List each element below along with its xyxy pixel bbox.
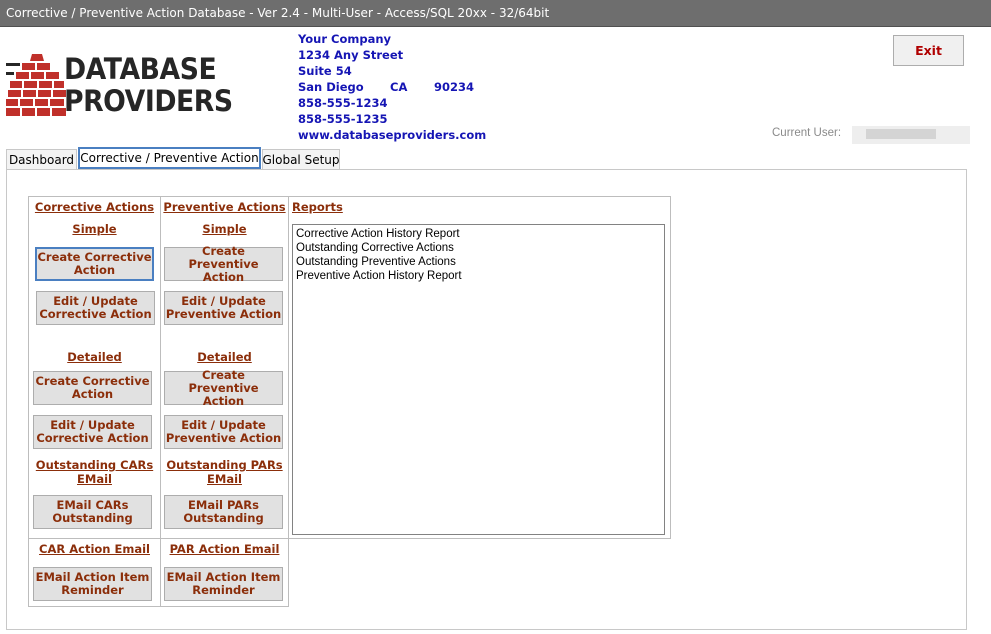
create-preventive-detailed-button[interactable]: Create Preventive Action: [164, 368, 283, 407]
company-website: www.databaseproviders.com: [298, 128, 487, 142]
reports-list[interactable]: Corrective Action History Report Outstan…: [292, 224, 665, 535]
corrective-actions-header[interactable]: Corrective Actions: [28, 200, 161, 214]
company-phone2: 858-555-1235: [298, 112, 388, 126]
company-city: San Diego: [298, 80, 364, 94]
preventive-simple-label[interactable]: Simple: [160, 222, 289, 236]
exit-button[interactable]: Exit: [893, 35, 964, 66]
reports-header[interactable]: Reports: [292, 200, 343, 214]
current-user-field: [852, 126, 970, 144]
tab-corrective-preventive-action[interactable]: Corrective / Preventive Action: [78, 147, 261, 169]
tab-global-setup[interactable]: Global Setup: [262, 149, 340, 169]
create-corrective-detailed-button[interactable]: Create Corrective Action: [33, 371, 152, 405]
company-info: Your Company 1234 Any Street Suite 54 Sa…: [298, 31, 486, 143]
company-phone1: 858-555-1234: [298, 96, 388, 110]
list-item[interactable]: Outstanding Corrective Actions: [295, 241, 662, 255]
edit-preventive-simple-button[interactable]: Edit / Update Preventive Action: [164, 291, 283, 325]
company-state: CA: [390, 80, 408, 94]
create-preventive-simple-button[interactable]: Create Preventive Action: [164, 244, 283, 283]
corrective-detailed-label[interactable]: Detailed: [28, 350, 161, 364]
company-suite: Suite 54: [298, 64, 352, 78]
outstanding-pars-email-link[interactable]: Outstanding PARs EMail: [160, 458, 289, 486]
list-item[interactable]: Outstanding Preventive Actions: [295, 255, 662, 269]
edit-corrective-simple-button[interactable]: Edit / Update Corrective Action: [36, 291, 155, 325]
list-item[interactable]: Preventive Action History Report: [295, 269, 662, 283]
company-name: Your Company: [298, 32, 392, 46]
brick-wall-logo-icon: [6, 54, 66, 116]
corrective-simple-label[interactable]: Simple: [28, 222, 161, 236]
preventive-actions-header[interactable]: Preventive Actions: [160, 200, 289, 214]
car-email-action-reminder-button[interactable]: EMail Action Item Reminder: [33, 567, 152, 601]
window-title: Corrective / Preventive Action Database …: [6, 6, 550, 20]
current-user-redacted: [866, 129, 936, 139]
par-email-action-reminder-button[interactable]: EMail Action Item Reminder: [164, 567, 283, 601]
company-logo: DATABASE PROVIDERS: [6, 52, 233, 118]
tab-dashboard[interactable]: Dashboard: [6, 149, 77, 169]
edit-preventive-detailed-button[interactable]: Edit / Update Preventive Action: [164, 415, 283, 449]
company-street: 1234 Any Street: [298, 48, 404, 62]
preventive-detailed-label[interactable]: Detailed: [160, 350, 289, 364]
logo-line1: DATABASE: [64, 52, 217, 86]
outstanding-cars-email-link[interactable]: Outstanding CARs EMail: [28, 458, 161, 486]
edit-corrective-detailed-button[interactable]: Edit / Update Corrective Action: [33, 415, 152, 449]
window-titlebar: Corrective / Preventive Action Database …: [0, 0, 991, 27]
email-pars-outstanding-button[interactable]: EMail PARs Outstanding: [164, 495, 283, 529]
company-zip: 90234: [434, 80, 475, 94]
car-action-email-link[interactable]: CAR Action Email: [28, 542, 161, 556]
logo-line2: PROVIDERS: [64, 84, 233, 118]
create-corrective-simple-button[interactable]: Create Corrective Action: [35, 247, 154, 281]
list-item[interactable]: Corrective Action History Report: [295, 227, 662, 241]
par-action-email-link[interactable]: PAR Action Email: [160, 542, 289, 556]
email-cars-outstanding-button[interactable]: EMail CARs Outstanding: [33, 495, 152, 529]
current-user-label: Current User:: [772, 127, 842, 139]
